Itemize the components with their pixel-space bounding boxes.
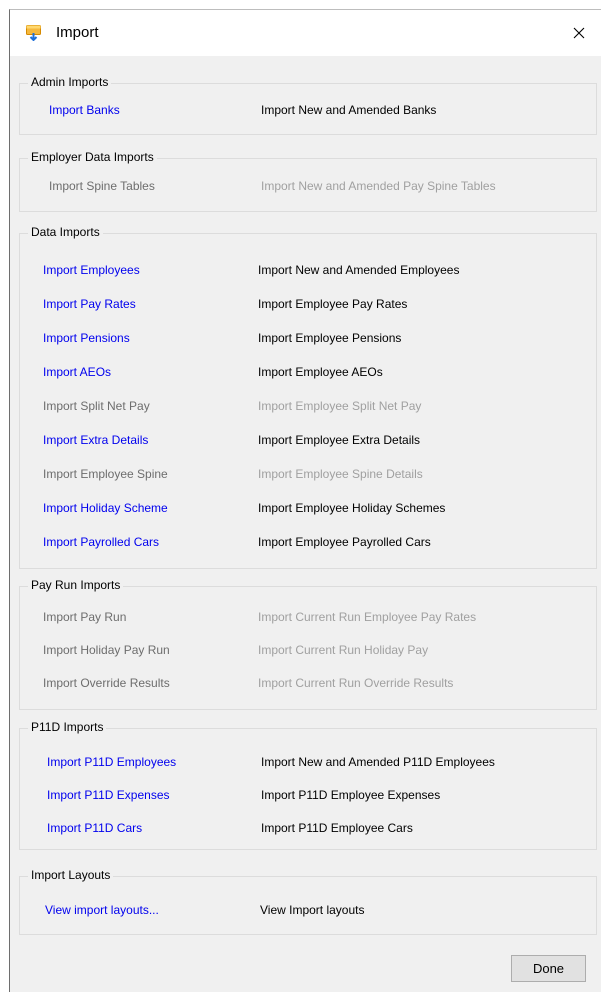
- import-pay-run-desc: Import Current Run Employee Pay Rates: [258, 610, 477, 624]
- import-pay-rates-link[interactable]: Import Pay Rates: [43, 295, 136, 313]
- import-extra-details-desc: Import Employee Extra Details: [258, 433, 421, 447]
- group-title: P11D Imports: [28, 719, 107, 735]
- import-p11d-cars-link[interactable]: Import P11D Cars: [47, 819, 142, 837]
- import-employees-link[interactable]: Import Employees: [43, 261, 140, 279]
- group-data-imports: Data Imports Import Employees Import New…: [19, 224, 597, 569]
- import-employees-desc: Import New and Amended Employees: [258, 263, 460, 277]
- group-import-layouts: Import Layouts View import layouts... Vi…: [19, 867, 597, 935]
- view-import-layouts-desc: View Import layouts: [260, 903, 365, 917]
- group-pay-run-imports: Pay Run Imports Import Pay Run Import Cu…: [19, 577, 597, 710]
- import-banks-desc: Import New and Amended Banks: [261, 103, 437, 117]
- view-import-layouts-link[interactable]: View import layouts...: [45, 901, 159, 919]
- import-holiday-scheme-desc: Import Employee Holiday Schemes: [258, 501, 446, 515]
- import-pay-run-link: Import Pay Run: [43, 610, 127, 624]
- import-aeos-desc: Import Employee AEOs: [258, 365, 383, 379]
- import-split-net-pay-desc: Import Employee Split Net Pay: [258, 399, 422, 413]
- import-p11d-employees-desc: Import New and Amended P11D Employees: [261, 755, 495, 769]
- import-payrolled-cars-desc: Import Employee Payrolled Cars: [258, 535, 431, 549]
- group-title: Data Imports: [28, 224, 103, 240]
- import-override-results-desc: Import Current Run Override Results: [258, 676, 454, 690]
- done-button[interactable]: Done: [511, 955, 586, 982]
- import-aeos-link[interactable]: Import AEOs: [43, 363, 111, 381]
- group-admin-imports: Admin Imports Import Banks Import New an…: [19, 74, 597, 135]
- import-spine-tables-desc: Import New and Amended Pay Spine Tables: [261, 179, 496, 193]
- import-spine-tables-link: Import Spine Tables: [49, 179, 155, 193]
- group-title: Pay Run Imports: [28, 577, 124, 593]
- import-holiday-scheme-link[interactable]: Import Holiday Scheme: [43, 499, 168, 517]
- import-banks-link[interactable]: Import Banks: [49, 101, 120, 119]
- import-pensions-link[interactable]: Import Pensions: [43, 329, 130, 347]
- group-employer-data-imports: Employer Data Imports Import Spine Table…: [19, 149, 597, 212]
- import-p11d-cars-desc: Import P11D Employee Cars: [261, 821, 413, 835]
- group-title: Employer Data Imports: [28, 149, 157, 165]
- import-holiday-pay-run-link: Import Holiday Pay Run: [43, 643, 170, 657]
- import-dialog: Import Admin Imports Import Banks Import…: [9, 9, 601, 992]
- import-employee-spine-desc: Import Employee Spine Details: [258, 467, 423, 481]
- import-pay-rates-desc: Import Employee Pay Rates: [258, 297, 408, 311]
- import-p11d-expenses-link[interactable]: Import P11D Expenses: [47, 786, 170, 804]
- group-title: Admin Imports: [28, 74, 112, 90]
- import-payrolled-cars-link[interactable]: Import Payrolled Cars: [43, 533, 159, 551]
- import-pensions-desc: Import Employee Pensions: [258, 331, 402, 345]
- import-p11d-employees-link[interactable]: Import P11D Employees: [47, 753, 176, 771]
- import-p11d-expenses-desc: Import P11D Employee Expenses: [261, 788, 441, 802]
- import-override-results-link: Import Override Results: [43, 676, 170, 690]
- import-extra-details-link[interactable]: Import Extra Details: [43, 431, 148, 449]
- title-bar: Import: [10, 10, 601, 56]
- close-button[interactable]: [556, 10, 601, 56]
- group-title: Import Layouts: [28, 867, 114, 883]
- window-title: Import: [56, 24, 99, 41]
- group-p11d-imports: P11D Imports Import P11D Employees Impor…: [19, 719, 597, 850]
- import-split-net-pay-link: Import Split Net Pay: [43, 399, 150, 413]
- close-icon: [573, 27, 585, 39]
- import-holiday-pay-run-desc: Import Current Run Holiday Pay: [258, 643, 429, 657]
- import-employee-spine-link: Import Employee Spine: [43, 467, 168, 481]
- import-app-icon: [26, 25, 41, 41]
